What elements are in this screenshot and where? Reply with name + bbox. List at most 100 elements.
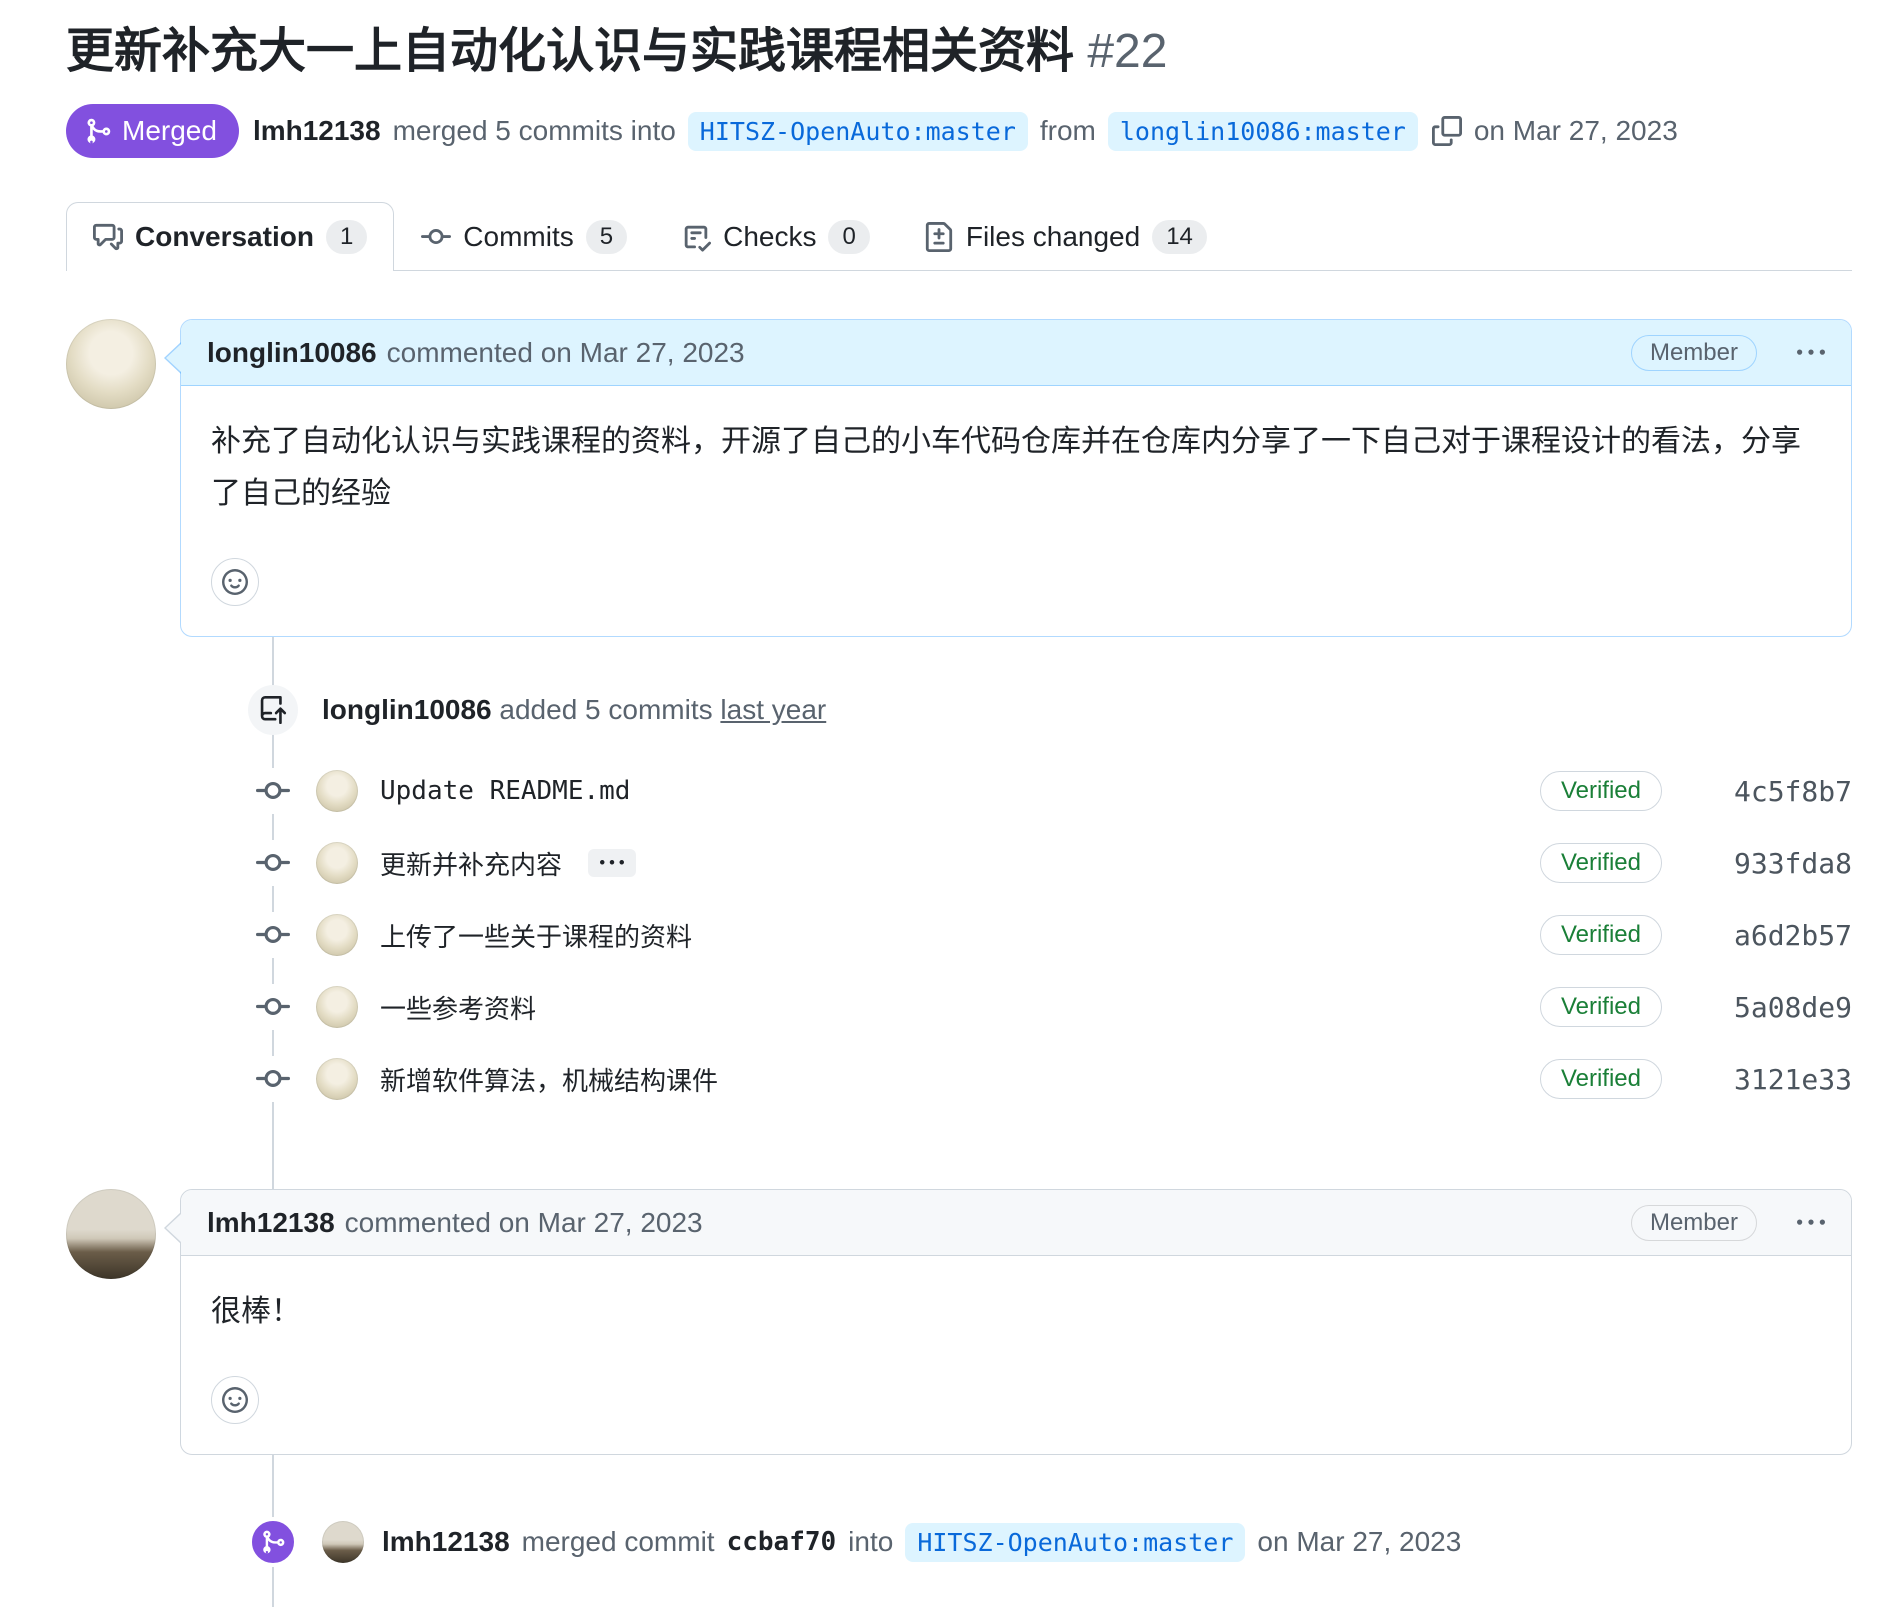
comment-options-button[interactable] bbox=[1797, 339, 1825, 367]
verified-badge[interactable]: Verified bbox=[1540, 915, 1662, 955]
comment-2-body: 很棒！ bbox=[181, 1256, 1851, 1454]
commit-message-link[interactable]: Update README.md bbox=[380, 776, 630, 806]
merge-event-date: on Mar 27, 2023 bbox=[1257, 1526, 1461, 1558]
tab-counter: 0 bbox=[828, 220, 869, 254]
pr-page: 更新补充大一上自动化认识与实践课程相关资料 #22 Merged lmh1213… bbox=[0, 0, 1890, 1607]
add-reaction-button[interactable] bbox=[211, 1376, 259, 1424]
commit-message-link[interactable]: 上传了一些关于课程的资料 bbox=[380, 917, 692, 954]
copy-branch-button[interactable] bbox=[1432, 116, 1462, 146]
tab-counter: 14 bbox=[1152, 220, 1207, 254]
repo-push-badge bbox=[248, 685, 298, 735]
verified-badge[interactable]: Verified bbox=[1540, 771, 1662, 811]
merge-date: on Mar 27, 2023 bbox=[1474, 115, 1678, 147]
merge-summary: lmh12138 merged 5 commits into HITSZ-Ope… bbox=[253, 112, 1678, 151]
commit-right: Verified 4c5f8b7 bbox=[1540, 771, 1852, 811]
merge-event-author[interactable]: lmh12138 bbox=[382, 1526, 510, 1558]
comment-text: 补充了自动化认识与实践课程的资料，开源了自己的小车代码仓库并在仓库内分享了一下自… bbox=[211, 416, 1821, 520]
checklist-icon bbox=[681, 222, 711, 252]
spacer bbox=[66, 1115, 1852, 1189]
merge-event-badge bbox=[248, 1517, 298, 1567]
comment-1-header: longlin10086 commented on Mar 27, 2023 M… bbox=[181, 320, 1851, 386]
expand-commit-message-button[interactable] bbox=[588, 849, 636, 877]
pr-meta-row: Merged lmh12138 merged 5 commits into HI… bbox=[66, 104, 1852, 158]
tab-label: Files changed bbox=[966, 221, 1140, 253]
repo-push-icon bbox=[259, 696, 287, 724]
merge-target-branch[interactable]: HITSZ-OpenAuto:master bbox=[905, 1523, 1245, 1562]
merge-event: lmh12138 merged commit ccbaf70 into HITS… bbox=[66, 1517, 1852, 1567]
commit-hash-link[interactable]: 5a08de9 bbox=[1714, 991, 1852, 1024]
commit-author-avatar[interactable] bbox=[316, 986, 358, 1028]
verified-badge[interactable]: Verified bbox=[1540, 843, 1662, 883]
commit-message-link[interactable]: 一些参考资料 bbox=[380, 989, 536, 1026]
commit-author-avatar[interactable] bbox=[316, 914, 358, 956]
commit-hash-link[interactable]: 3121e33 bbox=[1714, 1063, 1852, 1096]
avatar-lmh12138[interactable] bbox=[66, 1189, 156, 1279]
comment-meta[interactable]: commented on Mar 27, 2023 bbox=[387, 337, 745, 369]
avatar-lmh12138-small[interactable] bbox=[322, 1521, 364, 1563]
pr-title-text: 更新补充大一上自动化认识与实践课程相关资料 bbox=[66, 25, 1074, 78]
commit-author-avatar[interactable] bbox=[316, 1058, 358, 1100]
conversation-timeline: longlin10086 commented on Mar 27, 2023 M… bbox=[66, 319, 1852, 1607]
merged-state-badge: Merged bbox=[66, 104, 239, 158]
commit-right: Verified 933fda8 bbox=[1540, 843, 1852, 883]
kebab-horizontal-icon bbox=[1797, 339, 1825, 367]
commit-list: Update README.md Verified 4c5f8b7 更新并补充内… bbox=[66, 755, 1852, 1115]
smiley-icon bbox=[222, 1387, 248, 1413]
git-commit-icon bbox=[256, 984, 290, 1030]
commits-added-text: longlin10086 added 5 commits last year bbox=[322, 694, 826, 726]
commit-hash-link[interactable]: 933fda8 bbox=[1714, 847, 1852, 880]
merger-username[interactable]: lmh12138 bbox=[253, 115, 381, 147]
tab-files-changed[interactable]: Files changed 14 bbox=[897, 202, 1234, 271]
comment-2-header: lmh12138 commented on Mar 27, 2023 Membe… bbox=[181, 1190, 1851, 1256]
git-commit-icon bbox=[256, 1056, 290, 1102]
tab-commits[interactable]: Commits 5 bbox=[394, 202, 654, 271]
member-badge[interactable]: Member bbox=[1631, 335, 1757, 371]
comment-caret bbox=[164, 342, 181, 374]
commit-right: Verified 3121e33 bbox=[1540, 1059, 1852, 1099]
commit-hash-link[interactable]: a6d2b57 bbox=[1714, 919, 1852, 952]
comment-2-box: lmh12138 commented on Mar 27, 2023 Membe… bbox=[180, 1189, 1852, 1455]
member-badge[interactable]: Member bbox=[1631, 1205, 1757, 1241]
copy-icon bbox=[1432, 116, 1462, 146]
tab-checks[interactable]: Checks 0 bbox=[654, 202, 897, 271]
tab-counter: 5 bbox=[586, 220, 627, 254]
commit-right: Verified 5a08de9 bbox=[1540, 987, 1852, 1027]
comment-author[interactable]: longlin10086 bbox=[207, 337, 377, 369]
comment-text: 很棒！ bbox=[211, 1286, 1821, 1338]
comment-author[interactable]: lmh12138 bbox=[207, 1207, 335, 1239]
add-reaction-button[interactable] bbox=[211, 558, 259, 606]
git-commit-icon bbox=[256, 768, 290, 814]
comment-meta[interactable]: commented on Mar 27, 2023 bbox=[345, 1207, 703, 1239]
git-commit-icon bbox=[256, 912, 290, 958]
base-branch-label[interactable]: HITSZ-OpenAuto:master bbox=[688, 112, 1028, 151]
tab-label: Conversation bbox=[135, 221, 314, 253]
head-branch-label[interactable]: longlin10086:master bbox=[1108, 112, 1418, 151]
comment-caret bbox=[164, 1212, 181, 1244]
event-author[interactable]: longlin10086 bbox=[322, 694, 492, 725]
verified-badge[interactable]: Verified bbox=[1540, 1059, 1662, 1099]
pr-tab-bar: Conversation 1 Commits 5 Checks 0 Files … bbox=[66, 202, 1852, 271]
avatar-longlin10086[interactable] bbox=[66, 319, 156, 409]
tab-label: Checks bbox=[723, 221, 816, 253]
git-merge-icon bbox=[84, 117, 112, 145]
comment-discussion-icon bbox=[93, 222, 123, 252]
commit-row: Update README.md Verified 4c5f8b7 bbox=[66, 755, 1852, 827]
from-text: from bbox=[1040, 115, 1096, 147]
git-commit-icon bbox=[256, 840, 290, 886]
commit-message-link[interactable]: 新增软件算法，机械结构课件 bbox=[380, 1061, 718, 1098]
commit-author-avatar[interactable] bbox=[316, 770, 358, 812]
comment-options-button[interactable] bbox=[1797, 1209, 1825, 1237]
merged-commit-sha[interactable]: ccbaf70 bbox=[727, 1527, 837, 1557]
pr-number: #22 bbox=[1087, 25, 1167, 78]
tab-conversation[interactable]: Conversation 1 bbox=[66, 202, 394, 271]
verified-badge[interactable]: Verified bbox=[1540, 987, 1662, 1027]
commit-author-avatar[interactable] bbox=[316, 842, 358, 884]
tab-label: Commits bbox=[463, 221, 573, 253]
ellipsis-icon bbox=[600, 851, 624, 875]
commit-message-link[interactable]: 更新并补充内容 bbox=[380, 845, 562, 882]
commit-hash-link[interactable]: 4c5f8b7 bbox=[1714, 775, 1852, 808]
event-time-link[interactable]: last year bbox=[720, 694, 826, 725]
commit-row: 更新并补充内容 Verified 933fda8 bbox=[66, 827, 1852, 899]
page-title: 更新补充大一上自动化认识与实践课程相关资料 #22 bbox=[66, 22, 1852, 82]
merge-event-text: lmh12138 merged commit ccbaf70 into HITS… bbox=[382, 1523, 1461, 1562]
